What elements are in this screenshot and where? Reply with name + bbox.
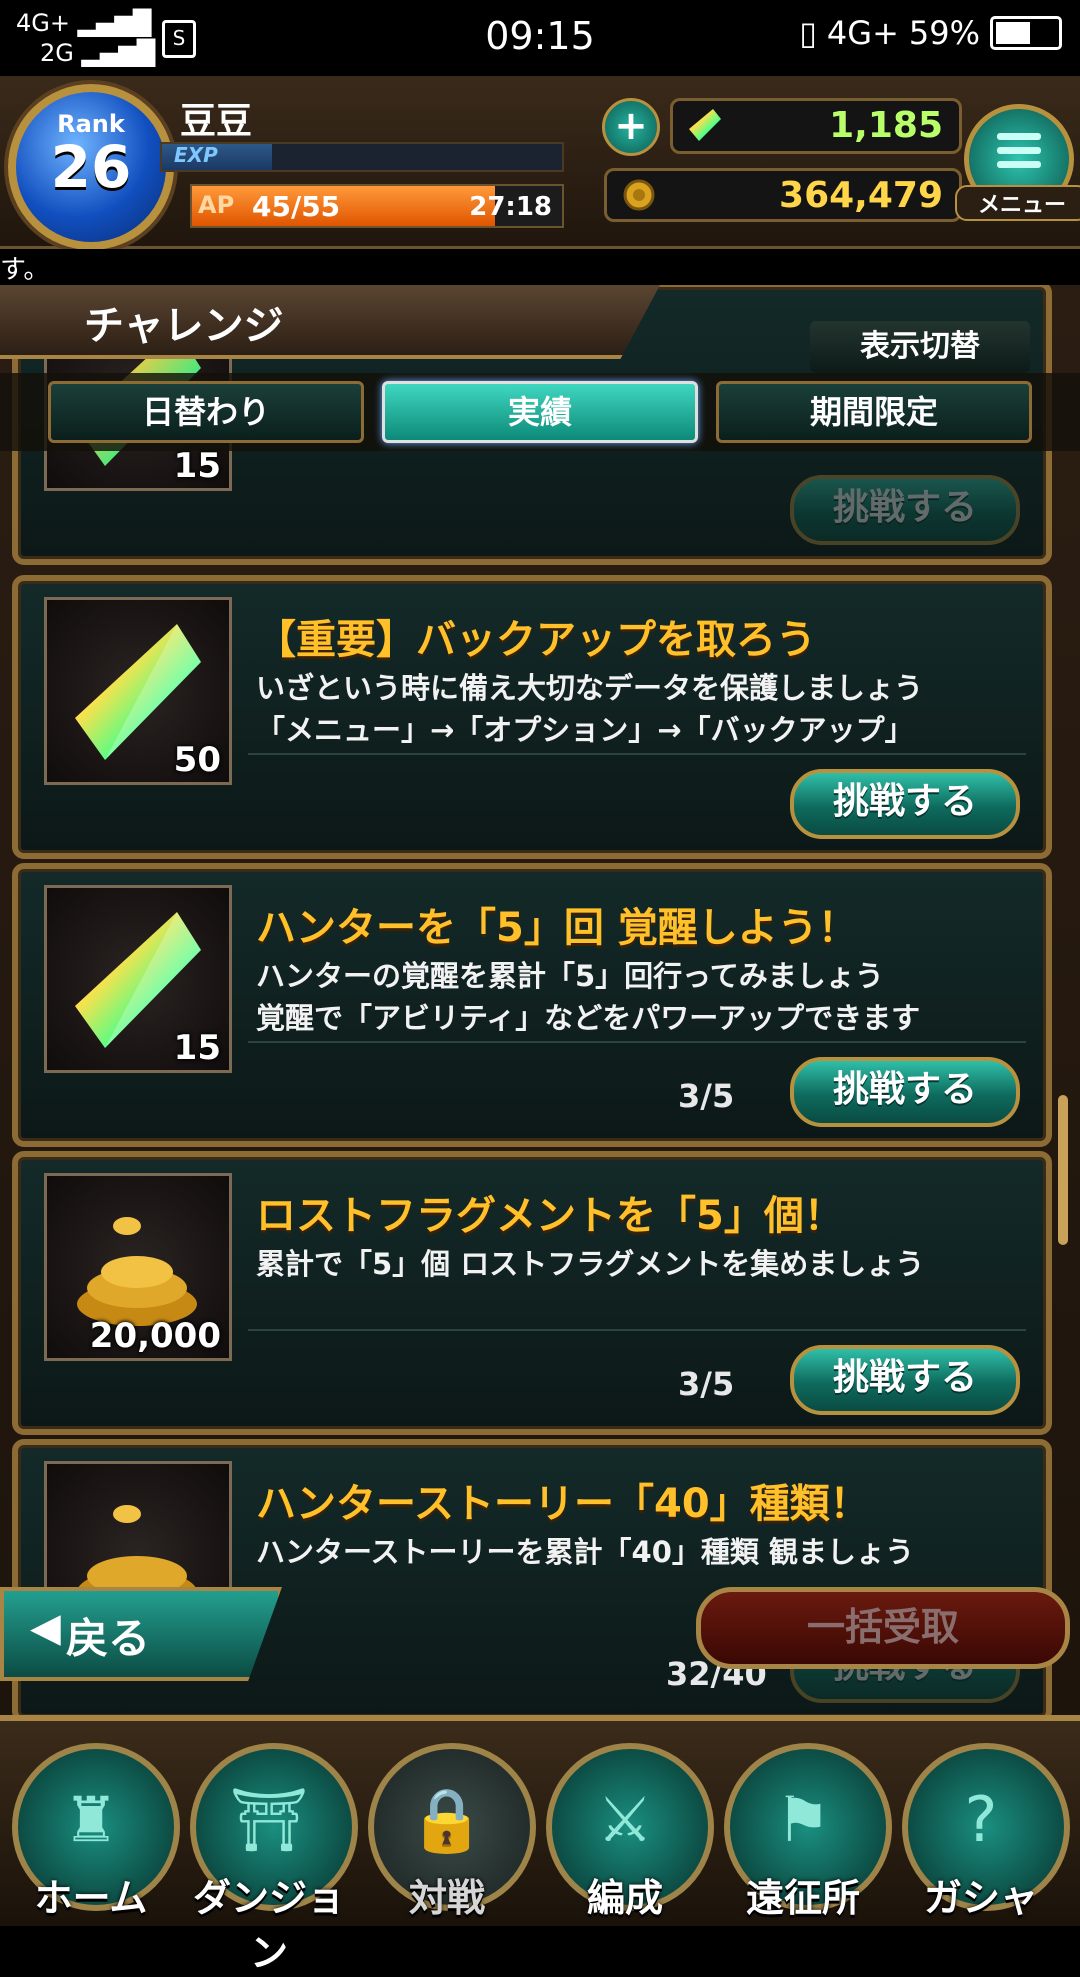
rank-medal: Rank 26 (8, 84, 174, 250)
player-name: 豆豆 (180, 101, 253, 142)
tab-limited[interactable]: 期間限定 (716, 381, 1032, 443)
challenge-title: ハンターストーリー「40」種類！ (256, 1481, 870, 1527)
reward-quantity: 50 (173, 740, 221, 780)
back-label: 戻る (66, 1614, 151, 1663)
menu-label: メニュー (955, 185, 1080, 221)
battery-percent: 59% (908, 14, 980, 52)
exp-bar: EXP (160, 142, 564, 172)
reward-thumbnail: 20,000 (44, 1173, 232, 1361)
tab-daily[interactable]: 日替わり (48, 381, 364, 443)
challenge-button[interactable]: 挑戦する (790, 475, 1020, 545)
challenge-progress: 3/5 (678, 1365, 735, 1403)
challenge-title: ロストフラグメントを「5」個！ (256, 1193, 844, 1239)
nav-home[interactable]: ♜ ホーム (6, 1737, 180, 1920)
nav-dungeon[interactable]: ⛩ ダンジョン (184, 1737, 358, 1975)
reward-quantity: 15 (173, 1028, 221, 1068)
lock-icon: 🔒 (408, 1783, 486, 1856)
nav-label: 編成 (586, 1876, 663, 1920)
expedition-flag-icon: ⚑ (775, 1783, 831, 1856)
gold-count: 364,479 (779, 175, 943, 216)
challenge-title: ハンターを「5」回 覚醒しよう！ (256, 905, 858, 951)
hamburger-icon (997, 133, 1041, 175)
vibrate-icon: ▯ (799, 14, 817, 52)
claim-all-button[interactable]: 一括受取 (696, 1587, 1070, 1669)
challenge-list[interactable]: 15 挑戦する 50 【重要】バックアップを取ろう いざという時に備え大切なデー… (0, 285, 1080, 1715)
challenge-card: 20,000 ロストフラグメントを「5」個！ 累計で「5」個 ロストフラグメント… (12, 1151, 1052, 1435)
panel-header: チャレンジ 表示切替 日替わり 実績 期間限定 (0, 285, 1080, 460)
challenge-description: ハンターストーリーを累計「40」種類 観ましょう (256, 1535, 915, 1569)
bottom-nav: ♜ ホーム ⛩ ダンジョン 🔒 対戦 ⚔ 編成 ⚑ 遠征所 ? ガシャ (0, 1715, 1080, 1975)
chevron-left-icon: ◀ (30, 1605, 61, 1651)
scrollbar[interactable] (1058, 465, 1068, 1705)
reward-quantity: 20,000 (89, 1316, 221, 1356)
ap-timer: 27:18 (469, 192, 552, 222)
gem-count: 1,185 (829, 105, 943, 146)
ap-fill (192, 186, 495, 226)
status-right: ▯ 4G+ 59% (799, 14, 1062, 52)
exp-label: EXP (174, 143, 218, 167)
ap-value: 45/55 (252, 190, 341, 223)
rank-value: 26 (50, 133, 132, 201)
panel-title: チャレンジ (84, 303, 284, 349)
challenge-panel: 15 挑戦する 50 【重要】バックアップを取ろう いざという時に備え大切なデー… (0, 285, 1080, 1715)
challenge-button[interactable]: 挑戦する (790, 1057, 1020, 1127)
challenge-tabs: 日替わり 実績 期間限定 (0, 373, 1080, 451)
gem-counter: 1,185 (670, 98, 962, 154)
network-right: 4G+ (826, 14, 899, 52)
player-header: Rank 26 豆豆 EXP AP 45/55 27:18 + 1,185 36… (0, 76, 1080, 250)
nav-label: ガシャ (923, 1876, 1038, 1920)
battery-icon (990, 16, 1062, 50)
nav-label: 対戦 (408, 1876, 485, 1920)
challenge-card: 15 ハンターを「5」回 覚醒しよう！ ハンターの覚醒を累計「5」回行ってみまし… (12, 863, 1052, 1147)
party-formation-icon: ⚔ (597, 1783, 653, 1856)
challenge-title: 【重要】バックアップを取ろう (256, 617, 816, 663)
panel-title-plate: チャレンジ (0, 285, 660, 359)
news-ticker: す。 (0, 249, 1080, 285)
nav-expedition[interactable]: ⚑ 遠征所 (718, 1737, 892, 1920)
display-toggle-button[interactable]: 表示切替 (810, 321, 1030, 373)
rainbow-crystal-icon (689, 109, 721, 141)
nav-label: 遠征所 (745, 1876, 860, 1920)
reward-thumbnail: 50 (44, 597, 232, 785)
challenge-button[interactable]: 挑戦する (790, 769, 1020, 839)
nav-gacha[interactable]: ? ガシャ (896, 1737, 1070, 1920)
challenge-card: 50 【重要】バックアップを取ろう いざという時に備え大切なデータを保護しましょ… (12, 575, 1052, 859)
back-button[interactable]: ◀ 戻る (0, 1587, 282, 1681)
menu-button[interactable]: メニュー (955, 104, 1080, 221)
nav-formation[interactable]: ⚔ 編成 (540, 1737, 714, 1920)
challenge-description: ハンターの覚醒を累計「5」回行ってみましょう 覚醒で「アビリティ」などをパワーアッ… (256, 959, 921, 1035)
status-bar: 4G+ ▂▄▆█ 2G ▂▄▆█ S 09:15 ▯ 4G+ 59% (0, 0, 1080, 76)
challenge-progress: 3/5 (678, 1077, 735, 1115)
nav-battle[interactable]: 🔒 対戦 (362, 1737, 536, 1920)
reward-thumbnail: 15 (44, 885, 232, 1073)
home-castle-icon: ♜ (63, 1783, 119, 1856)
add-gems-button[interactable]: + (602, 98, 660, 156)
nav-label: ダンジョン (192, 1876, 345, 1975)
gold-counter: 364,479 (604, 168, 962, 222)
gold-coin-icon (623, 179, 655, 211)
challenge-button[interactable]: 挑戦する (790, 1345, 1020, 1415)
tab-achievements[interactable]: 実績 (382, 381, 698, 443)
ap-label: AP (198, 191, 235, 219)
nav-label: ホーム (34, 1876, 148, 1920)
challenge-description: いざという時に備え大切なデータを保護しましょう 「メニュー」→「オプション」→「バ… (256, 671, 924, 747)
challenge-description: 累計で「5」個 ロストフラグメントを集めましょう (256, 1247, 925, 1281)
ap-bar: AP 45/55 27:18 (190, 184, 564, 228)
scrollbar-thumb[interactable] (1058, 1095, 1068, 1245)
gacha-tombstone-icon: ? (964, 1783, 998, 1856)
dungeon-gate-icon: ⛩ (229, 1783, 309, 1856)
